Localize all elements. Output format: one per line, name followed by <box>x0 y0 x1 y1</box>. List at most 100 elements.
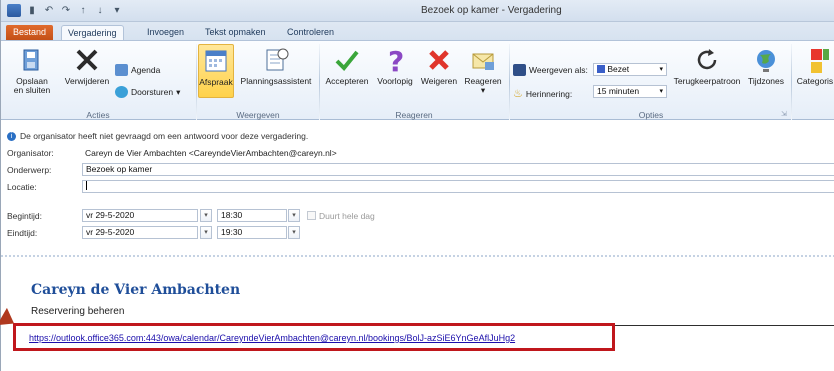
dialog-launcher-icon[interactable]: ⇲ <box>781 110 787 118</box>
end-time-label: Eindtijd: <box>7 228 38 238</box>
window-title: Bezoek op kamer - Vergadering <box>421 5 562 16</box>
body-divider <box>1 255 834 257</box>
forward-icon <box>115 86 128 98</box>
tab-vergadering[interactable]: Vergadering <box>61 25 124 41</box>
save-icon[interactable]: ▮ <box>26 5 38 17</box>
timezones-label: Tijdzones <box>747 76 785 86</box>
respond-button[interactable]: Reageren ▾ <box>461 46 505 95</box>
save-close-label-2: en sluiten <box>13 85 51 95</box>
end-time-dropdown[interactable]: ▾ <box>288 226 300 239</box>
reminder-label-row: ♨ Herinnering: <box>513 87 572 100</box>
redo-icon[interactable]: ↷ <box>60 5 72 17</box>
info-bar: i De organisator heeft niet gevraagd om … <box>7 131 308 141</box>
subject-input[interactable]: Bezoek op kamer <box>82 163 834 176</box>
bell-icon: ♨ <box>513 88 523 100</box>
end-time-input[interactable]: 19:30 <box>217 226 287 239</box>
accept-label: Accepteren <box>325 76 369 86</box>
tentative-button[interactable]: ? Voorlopig <box>373 45 417 86</box>
recurrence-button[interactable]: Terugkeerpatroon <box>669 46 745 86</box>
categorize-label: Categoris <box>796 76 834 86</box>
appointment-icon <box>202 47 230 75</box>
chevron-down-icon: ▾ <box>659 88 663 95</box>
down-arrow-icon[interactable]: ↓ <box>94 5 106 17</box>
forward-label: Doorsturen <box>131 87 174 97</box>
calendar-icon <box>115 64 128 76</box>
tab-tekst-opmaken[interactable]: Tekst opmaken <box>199 25 272 41</box>
timezones-button[interactable]: Tijdzones <box>745 46 787 86</box>
chevron-down-icon: ▾ <box>176 86 181 97</box>
reminder-label: Herinnering: <box>525 88 573 99</box>
location-label: Locatie: <box>7 182 37 192</box>
categorize-icon <box>801 46 834 74</box>
decline-button[interactable]: Weigeren <box>417 46 461 86</box>
organization-heading: Careyn de Vier Ambachten <box>31 282 241 298</box>
manage-reservation-text: Reservering beheren <box>31 306 125 317</box>
start-time-dropdown[interactable]: ▾ <box>288 209 300 222</box>
question-mark-icon: ? <box>381 45 409 78</box>
delete-button[interactable]: Verwijderen <box>61 46 113 86</box>
show-as-label-row: Weergeven als: <box>513 64 588 76</box>
show-as-value: Bezet <box>607 64 630 74</box>
save-close-icon <box>18 46 46 74</box>
agenda-label: Agenda <box>131 65 161 75</box>
accept-button[interactable]: Accepteren <box>321 46 373 86</box>
organizer-value: Careyn de Vier Ambachten <CareyndeVierAm… <box>85 148 337 158</box>
forward-button[interactable]: Doorsturen ▾ <box>115 86 180 98</box>
busy-color-swatch <box>597 65 605 73</box>
customize-qat-icon[interactable]: ▾ <box>111 5 123 17</box>
reminder-select[interactable]: 15 minuten ▾ <box>593 85 667 98</box>
location-input[interactable] <box>82 180 834 193</box>
save-close-button[interactable]: Opslaan en sluiten <box>5 46 59 95</box>
planningsassistent-label: Planningsassistent <box>240 76 312 86</box>
subject-label: Onderwerp: <box>7 165 52 175</box>
booking-link[interactable]: https://outlook.office365.com:443/owa/ca… <box>29 333 515 343</box>
title-bar: ▮ ↶ ↷ ↑ ↓ ▾ Bezoek op kamer - Vergaderin… <box>1 0 834 22</box>
planningsassistent-button[interactable]: Planningsassistent <box>236 46 316 86</box>
recurrence-icon <box>693 46 721 74</box>
globe-icon <box>752 46 780 74</box>
undo-icon[interactable]: ↶ <box>43 5 55 17</box>
separator <box>509 44 510 120</box>
afspraak-button[interactable]: Afspraak <box>198 44 234 98</box>
reminder-value: 15 minuten <box>597 86 640 96</box>
end-date-dropdown[interactable]: ▾ <box>200 226 212 239</box>
all-day-label: Duurt hele dag <box>319 211 375 221</box>
group-label-reageren: Reageren <box>395 110 433 120</box>
start-time-input[interactable]: 18:30 <box>217 209 287 222</box>
agenda-button[interactable]: Agenda <box>115 64 160 76</box>
separator <box>791 44 792 120</box>
ribbon-tabs: Bestand Vergadering Invoegen Tekst opmak… <box>1 22 834 41</box>
up-arrow-icon[interactable]: ↑ <box>77 5 89 17</box>
meeting-window: ▮ ↶ ↷ ↑ ↓ ▾ Bezoek op kamer - Vergaderin… <box>0 0 834 371</box>
afspraak-label: Afspraak <box>199 77 233 87</box>
envelope-icon <box>469 46 497 74</box>
start-time-label: Begintijd: <box>7 211 42 221</box>
end-date-input[interactable]: vr 29-5-2020 <box>82 226 198 239</box>
info-text: De organisator heeft niet gevraagd om ee… <box>20 131 309 141</box>
delete-label: Verwijderen <box>64 76 110 86</box>
text-cursor <box>86 181 87 190</box>
group-label-weergeven: Weergeven <box>236 110 280 120</box>
svg-text:?: ? <box>388 46 404 74</box>
checkmark-icon <box>333 46 361 74</box>
show-as-select[interactable]: Bezet ▾ <box>593 63 667 76</box>
all-day-checkbox[interactable] <box>307 211 316 220</box>
start-date-dropdown[interactable]: ▾ <box>200 209 212 222</box>
outlook-app-icon[interactable] <box>7 4 21 17</box>
decline-x-icon <box>425 46 453 74</box>
recurrence-label: Terugkeerpatroon <box>673 76 741 86</box>
show-as-icon <box>513 64 526 76</box>
separator <box>196 44 197 120</box>
scheduling-assistant-icon <box>262 46 290 74</box>
separator <box>319 44 320 120</box>
organizer-label: Organisator: <box>7 148 54 158</box>
tab-invoegen[interactable]: Invoegen <box>141 25 190 41</box>
categorize-button[interactable]: Categoris <box>793 46 834 86</box>
chevron-down-icon: ▾ <box>659 66 663 73</box>
decline-label: Weigeren <box>420 76 458 86</box>
tab-controleren[interactable]: Controleren <box>281 25 340 41</box>
start-date-input[interactable]: vr 29-5-2020 <box>82 209 198 222</box>
quick-access-toolbar: ▮ ↶ ↷ ↑ ↓ ▾ <box>7 4 123 17</box>
group-label-acties: Acties <box>86 110 110 120</box>
tab-bestand[interactable]: Bestand <box>6 25 54 41</box>
